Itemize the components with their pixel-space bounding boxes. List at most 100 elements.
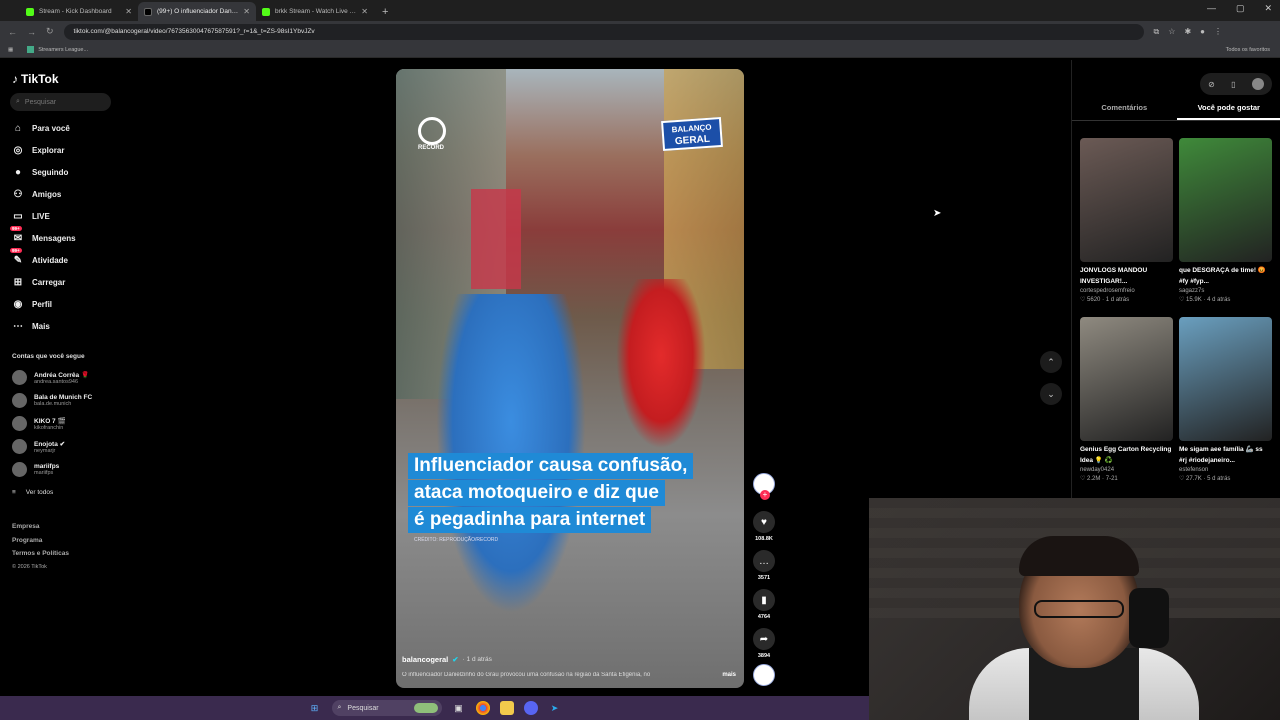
forward-icon[interactable]: → [27, 27, 36, 37]
avatar [12, 439, 27, 454]
video-thumbnail[interactable] [1179, 138, 1272, 262]
close-window-icon[interactable]: ✕ [1264, 3, 1272, 14]
list-icon: ≡ [12, 489, 16, 496]
profile-icon[interactable]: ● [1200, 27, 1205, 37]
more-button[interactable]: mais [722, 672, 736, 678]
footer-link-programa[interactable]: Programa [12, 534, 69, 548]
card-author[interactable]: cortespedrosemfreio [1080, 288, 1173, 294]
task-view-icon[interactable]: ▣ [452, 701, 466, 715]
recommended-video-card[interactable]: JONVLOGS MANDOU INVESTIGAR!... cortespedr… [1080, 138, 1173, 303]
browser-tab[interactable]: Stream - Kick Dashboard ✕ [20, 2, 138, 21]
sidebar-item-label: Atividade [32, 255, 69, 265]
recommended-video-card[interactable]: que DESGRAÇA de time! 😡 #fy #fyp... sagaz… [1179, 138, 1272, 303]
tiktok-sidebar: ♪ TikTok ⌕ Pesquisar ⌂ Para você ◎ Explorar… [0, 60, 120, 700]
sound-disc-icon[interactable] [753, 664, 775, 686]
sidebar-item-label: Carregar [32, 277, 66, 287]
bookmark-item[interactable]: Streamers League... [27, 46, 88, 53]
creator-avatar[interactable]: + [753, 473, 775, 500]
minimize-icon[interactable]: — [1207, 3, 1216, 14]
sidebar-item-carregar[interactable]: ⊞ Carregar [12, 276, 66, 288]
tab-title: (99+) O influenciador Daniel... [157, 8, 239, 15]
all-favorites-link[interactable]: Todos os favoritos [1226, 47, 1270, 53]
menu-icon[interactable]: ⋮ [1214, 27, 1222, 37]
compass-icon[interactable]: ⊘ [1208, 80, 1215, 89]
device-icon[interactable]: ▯ [1231, 80, 1235, 89]
footer-link-empresa[interactable]: Empresa [12, 520, 69, 534]
sidebar-item-label: Para você [32, 123, 70, 133]
recommended-video-card[interactable]: Genius Egg Carton Recycling Idea 💡 ♻️ new… [1080, 317, 1173, 482]
reload-icon[interactable]: ↻ [46, 26, 54, 37]
see-all-button[interactable]: ≡ Ver todos [12, 489, 53, 496]
taskbar-search[interactable]: ⌕ Pesquisar [331, 700, 442, 716]
apps-icon[interactable]: ▦ [8, 47, 13, 53]
following-item[interactable]: Enojota ✔ neymarjr [12, 439, 65, 454]
following-handle: neymarjr [34, 447, 56, 454]
windows-start-icon[interactable]: ⊞ [308, 701, 322, 715]
notification-badge: 99+ [10, 248, 22, 253]
following-name: Bala de Munich FC [34, 394, 93, 401]
card-likes: ♡ 27.7K [1179, 476, 1202, 482]
maximize-icon[interactable]: ▢ [1236, 3, 1245, 14]
card-likes: ♡ 2.2M [1080, 476, 1101, 482]
following-item[interactable]: Bala de Munich FC bala.de.munich [12, 393, 92, 408]
sidebar-item-amigos[interactable]: ⚇ Amigos [12, 188, 62, 200]
video-thumbnail[interactable] [1080, 317, 1173, 441]
file-explorer-icon[interactable] [499, 701, 514, 715]
card-author[interactable]: sagazz7s [1179, 288, 1272, 294]
taskbar-search-label: Pesquisar [347, 704, 379, 712]
following-section-title: Contas que você segue [12, 353, 85, 360]
tab-comments[interactable]: Comentários [1072, 101, 1177, 120]
webcam-person-hair [1019, 536, 1139, 576]
card-author[interactable]: estefenson [1179, 467, 1272, 473]
tiktok-logo[interactable]: ♪ TikTok [12, 72, 59, 86]
mouse-cursor-icon: ➤ [933, 208, 942, 219]
sidebar-item-label: Seguindo [32, 167, 69, 177]
chrome-icon[interactable] [475, 701, 490, 715]
close-tab-icon[interactable]: ✕ [361, 7, 368, 16]
card-author[interactable]: newday0424 [1080, 467, 1173, 473]
close-tab-icon[interactable]: ✕ [125, 7, 132, 16]
see-all-label: Ver todos [25, 489, 54, 496]
extensions-icon[interactable]: ✱ [1184, 27, 1191, 37]
sidebar-item-seguindo[interactable]: ● Seguindo [12, 166, 68, 178]
sidebar-item-live[interactable]: ▭ LIVE [12, 210, 50, 222]
next-video-chevron-down-icon[interactable]: ⌄ [1040, 383, 1062, 405]
recommended-video-card[interactable]: Me sigam aee família 🦾 ss #rj #riodejane… [1179, 317, 1272, 482]
video-author-row: balancogeral ✔ · 1 d atrás [402, 655, 492, 664]
video-player[interactable]: RECORD BALANÇO GERAL Influenciador causa… [396, 69, 744, 688]
share-icon[interactable]: ➦ [753, 628, 775, 650]
tab-you-may-like[interactable]: Você pode gostar [1176, 101, 1280, 120]
comment-icon[interactable]: … [753, 550, 775, 572]
footer-link-termos[interactable]: Termos e Políticas [12, 547, 69, 561]
card-likes: ♡ 15.9K [1179, 297, 1202, 303]
sidebar-item-mensagens[interactable]: ✉ 99+ Mensagens [10, 226, 76, 244]
url-field[interactable]: tiktok.com/@balancogeral/video/767356300… [63, 23, 1144, 40]
sidebar-item-perfil[interactable]: ◉ Perfil [12, 298, 52, 310]
discord-icon[interactable] [523, 701, 538, 715]
follow-plus-icon[interactable]: + [760, 490, 770, 500]
sidebar-item-atividade[interactable]: ✎ 99+ Atividade [10, 248, 69, 266]
back-icon[interactable]: ← [8, 27, 17, 37]
card-title: que DESGRAÇA de time! 😡 #fy #fyp... [1179, 267, 1266, 285]
browser-tab[interactable]: brkk Stream - Watch Live on Ki... ✕ [256, 2, 374, 21]
bookmark-icon[interactable]: ▮ [753, 589, 775, 611]
prev-video-chevron-up-icon[interactable]: ⌃ [1040, 351, 1062, 373]
author-name[interactable]: balancogeral [402, 655, 448, 664]
telegram-icon[interactable]: ➤ [548, 701, 562, 715]
new-tab-button[interactable]: + [374, 6, 396, 21]
browser-tab-active[interactable]: (99+) O influenciador Daniel... ✕ [138, 2, 256, 21]
following-item[interactable]: mariifps mariifps [12, 462, 59, 477]
search-input[interactable]: ⌕ Pesquisar [10, 93, 111, 111]
following-item[interactable]: KIKO 7 🎬 kikofranchin [12, 416, 66, 431]
user-avatar[interactable] [1251, 78, 1264, 90]
sidebar-item-mais[interactable]: ⋯ Mais [12, 320, 50, 332]
video-thumbnail[interactable] [1080, 138, 1173, 262]
star-icon[interactable]: ☆ [1168, 27, 1175, 37]
following-item[interactable]: Andréa Corrêa 🌹 andrea.santos946 [12, 370, 89, 385]
like-heart-icon[interactable]: ♥ [753, 511, 775, 533]
sidebar-item-explorar[interactable]: ◎ Explorar [12, 144, 65, 156]
close-tab-icon[interactable]: ✕ [243, 7, 250, 16]
translate-icon[interactable]: ⧉ [1154, 27, 1160, 37]
sidebar-item-para-você[interactable]: ⌂ Para você [12, 122, 70, 134]
video-thumbnail[interactable] [1179, 317, 1272, 441]
